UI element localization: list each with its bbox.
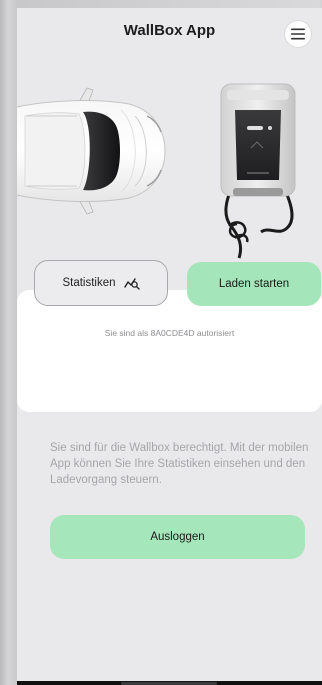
start-charging-button[interactable]: Laden starten	[187, 262, 321, 306]
app-screen: WallBox App Sie sind als 8A0CDE4D autori…	[17, 8, 322, 685]
wallbox-image	[220, 83, 296, 259]
info-description: Sie sind für die Wallbox berechtigt. Mit…	[50, 442, 309, 486]
menu-button[interactable]	[285, 21, 311, 47]
hero-illustration	[17, 68, 322, 268]
logout-button[interactable]: Ausloggen	[50, 515, 305, 559]
statistics-button[interactable]: Statistiken	[34, 260, 168, 306]
statistics-label: Statistiken	[62, 277, 116, 289]
hamburger-menu-icon	[291, 28, 305, 40]
car-image	[17, 87, 166, 215]
app-header: WallBox App	[17, 8, 322, 56]
status-card	[17, 290, 322, 412]
chart-search-icon	[123, 278, 140, 290]
authorization-status: Sie sind als 8A0CDE4D autorisiert	[104, 328, 235, 338]
app-title: WallBox App	[123, 22, 216, 39]
